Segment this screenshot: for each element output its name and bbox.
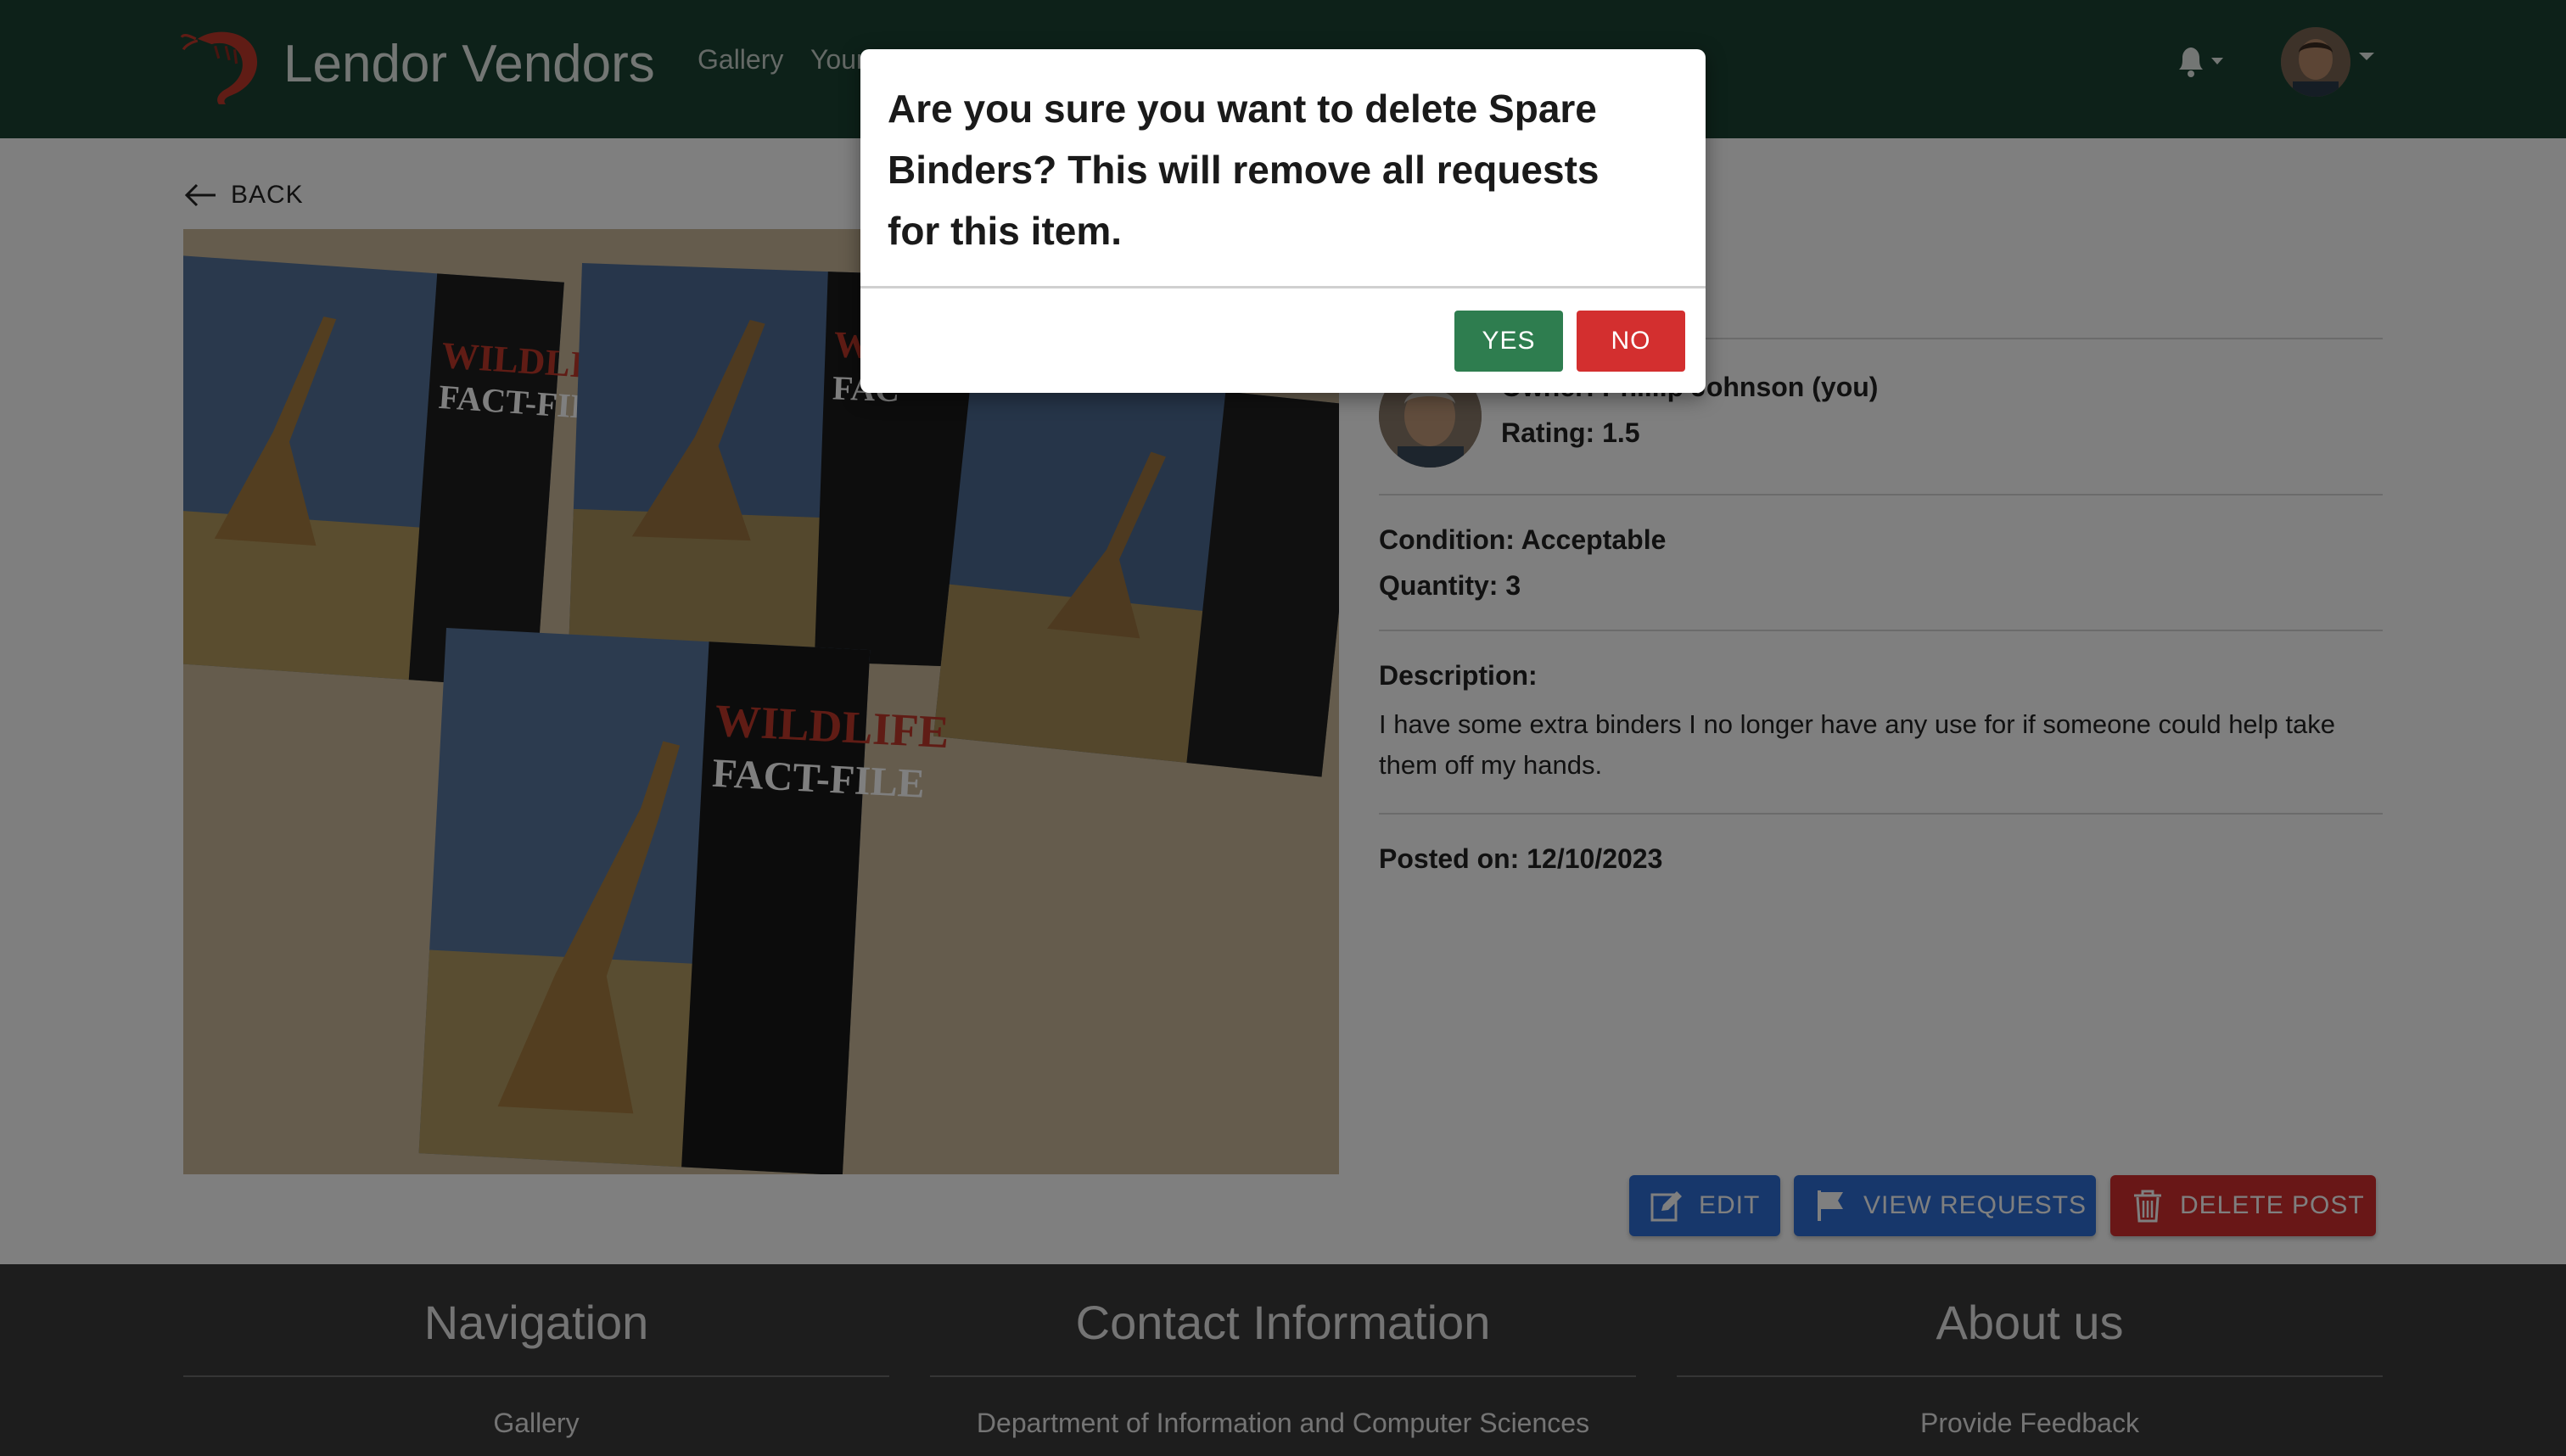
dialog-message: Are you sure you want to delete Spare Bi… xyxy=(888,87,1600,253)
confirm-no-button[interactable]: NO xyxy=(1577,311,1685,372)
confirm-yes-button[interactable]: YES xyxy=(1454,311,1563,372)
divider xyxy=(860,286,1706,288)
delete-confirm-dialog: Are you sure you want to delete Spare Bi… xyxy=(860,49,1706,393)
